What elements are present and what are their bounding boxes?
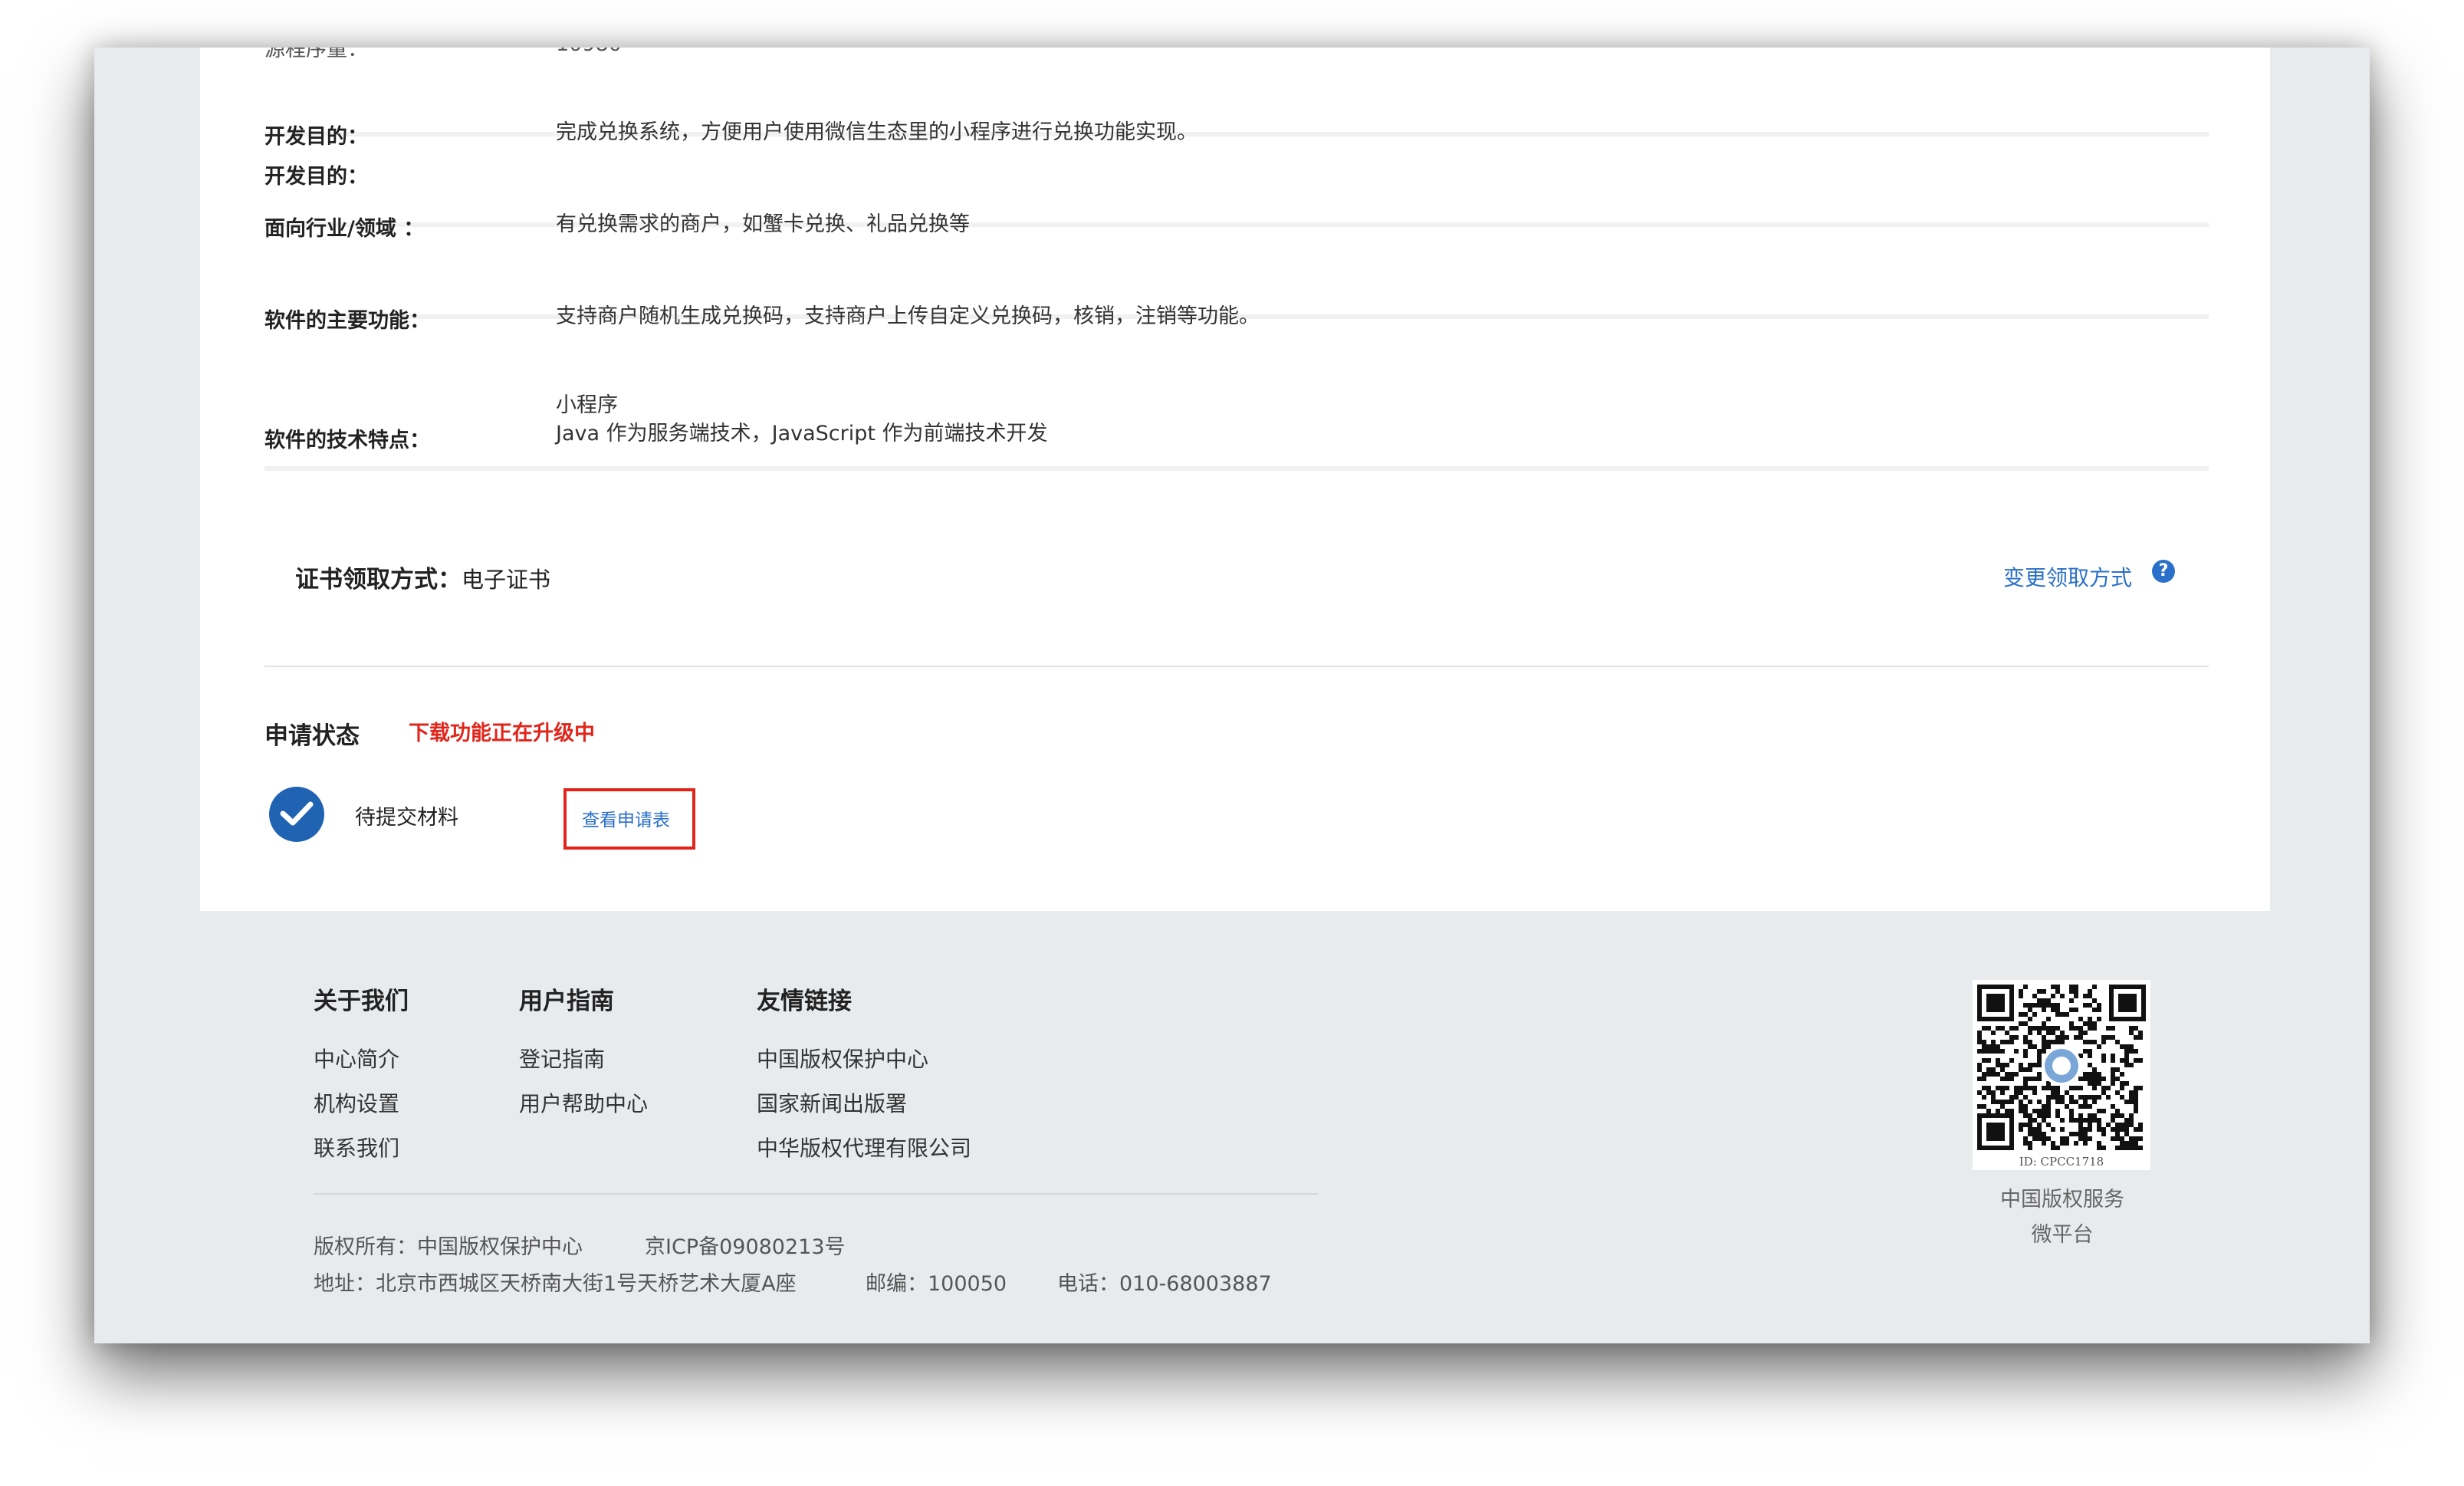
footer: 关于我们 中心简介 机构设置 联系我们 用户指南 登记指南 用户帮助中心 友情链…	[94, 911, 2370, 1343]
footer-icp[interactable]: 京ICP备09080213号	[645, 1230, 846, 1260]
detail-row-industry: 面向行业/领域 ： 有兑换需求的商户，如蟹卡兑换、礼品兑换等	[264, 140, 2209, 241]
detail-row-tech: 软件的技术特点： 小程序 Java 作为服务端技术，JavaScript 作为前…	[264, 324, 2209, 471]
certificate-label: 证书领取方式：	[295, 566, 462, 593]
footer-link-register-guide[interactable]: 登记指南	[519, 1043, 605, 1073]
tech-value-line2: Java 作为服务端技术，JavaScript 作为前端技术开发	[556, 422, 1048, 445]
content-area: 源程序量： 10980 开发目的： 开发目的： 完成兑换系统，方便用户使用微信生…	[94, 48, 2370, 911]
tech-value-line1: 小程序	[556, 393, 618, 417]
footer-link-nppa[interactable]: 国家新闻出版署	[757, 1087, 907, 1118]
highlight-box: 查看申请表	[563, 788, 695, 850]
detail-card: 源程序量： 10980 开发目的： 开发目的： 完成兑换系统，方便用户使用微信生…	[200, 48, 2270, 911]
qr-caption-line2: 微平台	[2031, 1223, 2094, 1247]
footer-phone: 电话：010-68003887	[1057, 1272, 1272, 1296]
footer-link-help-center[interactable]: 用户帮助中心	[519, 1087, 648, 1118]
footer-guide-title: 用户指南	[519, 988, 614, 1015]
footer-link-intro[interactable]: 中心简介	[314, 1043, 399, 1073]
footer-postcode: 邮编：100050	[866, 1272, 1007, 1296]
footer-link-cpcc[interactable]: 中国版权保护中心	[757, 1043, 928, 1073]
browser-window: 源程序量： 10980 开发目的： 开发目的： 完成兑换系统，方便用户使用微信生…	[94, 48, 2370, 1343]
qr-code: ID: CPCC1718	[1973, 980, 2150, 1170]
qr-caption-line1: 中国版权服务	[2000, 1188, 2124, 1211]
section-divider	[264, 666, 2209, 667]
footer-copyright: 版权所有：中国版权保护中心	[314, 1235, 583, 1259]
footer-divider	[314, 1193, 1318, 1195]
change-method-link[interactable]: 变更领取方式	[2003, 561, 2132, 592]
footer-link-agency[interactable]: 中华版权代理有限公司	[757, 1132, 971, 1162]
status-title: 申请状态	[264, 722, 360, 750]
tech-label: 软件的技术特点：	[264, 429, 430, 452]
certificate-method: 证书领取方式：电子证书	[295, 560, 550, 594]
step-label: 待提交材料	[355, 806, 458, 830]
footer-link-structure[interactable]: 机构设置	[314, 1087, 399, 1118]
view-application-link[interactable]: 查看申请表	[582, 805, 670, 831]
footer-link-contact[interactable]: 联系我们	[314, 1132, 399, 1162]
qr-id-text: ID: CPCC1718	[2019, 1155, 2104, 1169]
certificate-value: 电子证书	[462, 567, 551, 593]
check-icon	[269, 787, 324, 842]
detail-row-functions: 软件的主要功能： 支持商户随机生成兑换码，支持商户上传自定义兑换码，核销，注销等…	[264, 232, 2209, 333]
status-notice: 下载功能正在升级中	[409, 722, 595, 745]
footer-address: 地址：北京市西城区天桥南大街1号天桥艺术大厦A座	[314, 1272, 797, 1296]
help-icon[interactable]: ?	[2152, 560, 2175, 583]
tech-value: 小程序 Java 作为服务端技术，JavaScript 作为前端技术开发	[556, 391, 1048, 448]
footer-friends-title: 友情链接	[757, 988, 852, 1015]
footer-about-title: 关于我们	[314, 988, 409, 1015]
